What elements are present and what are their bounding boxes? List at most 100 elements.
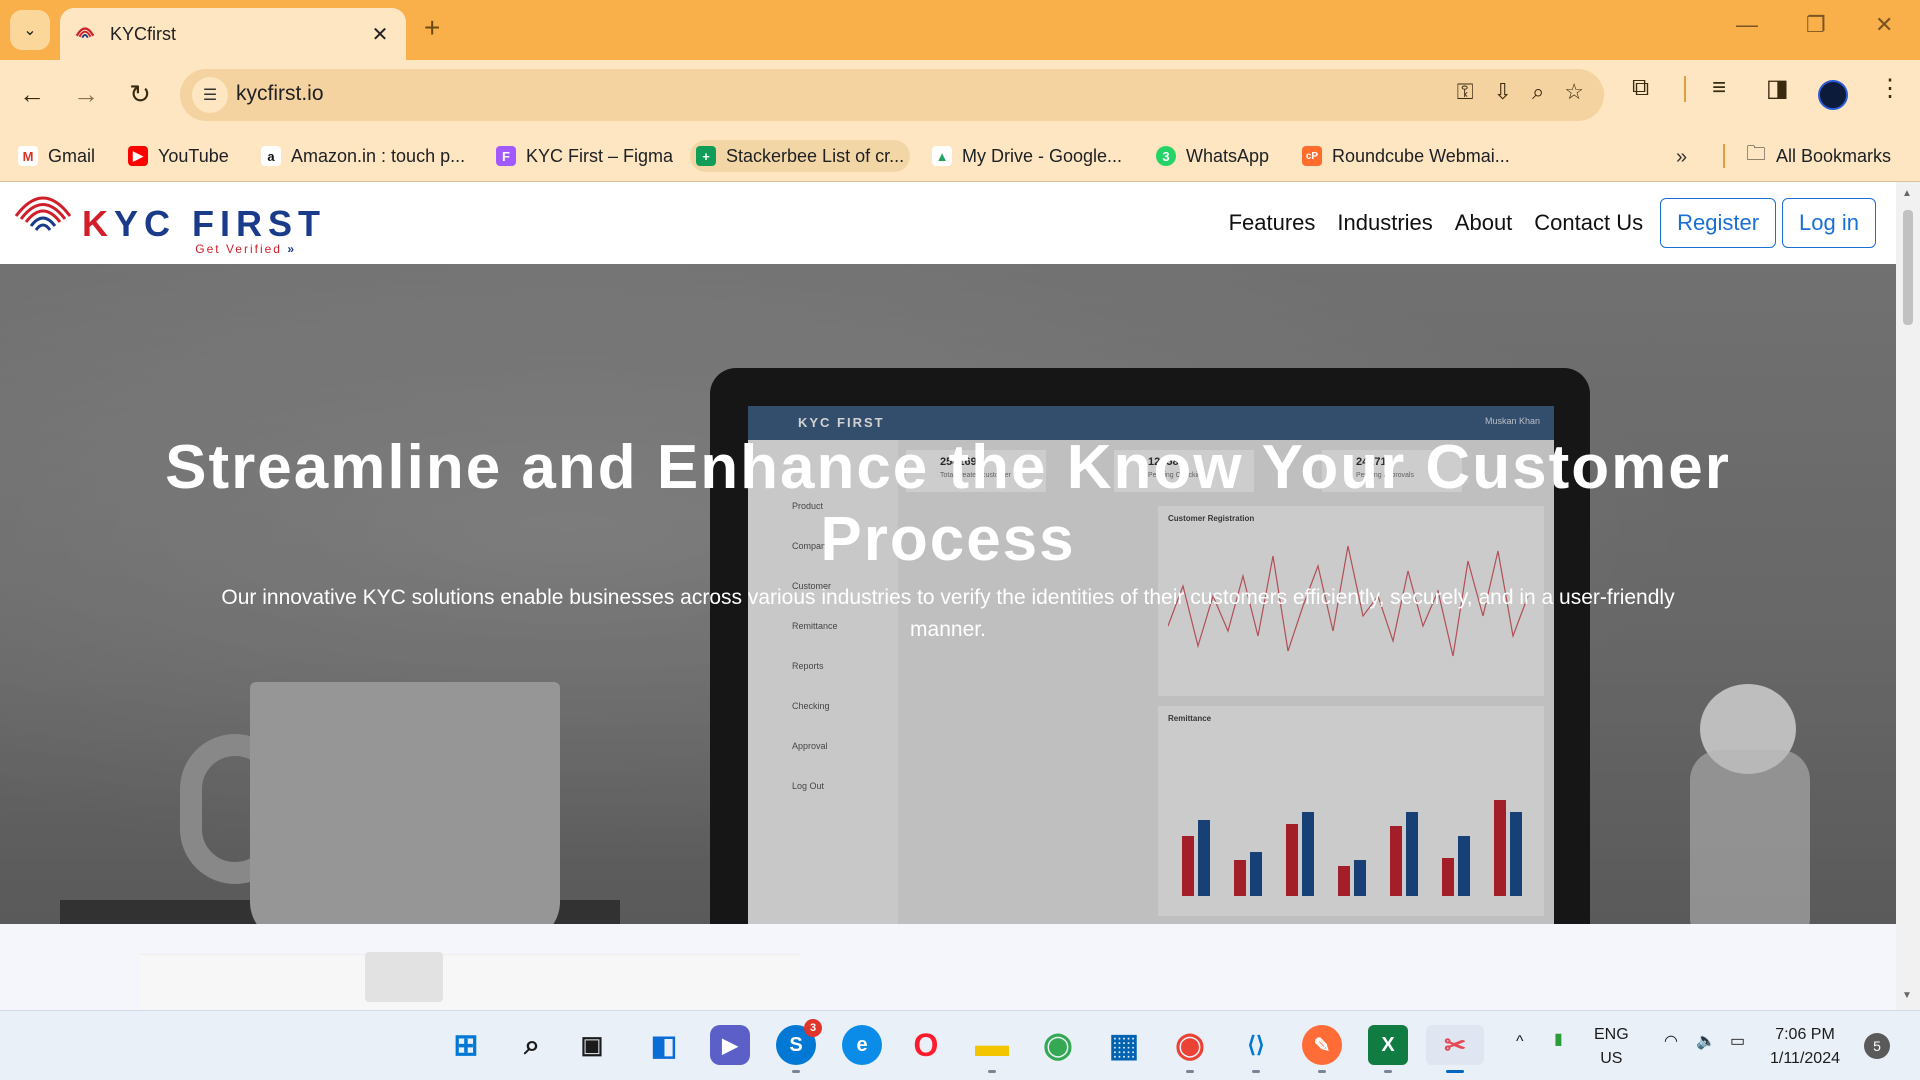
scrollbar-thumb[interactable] [1903,210,1913,325]
nav-features[interactable]: Features [1229,210,1316,236]
nav-about[interactable]: About [1455,210,1513,236]
gmail-icon: M [18,146,38,166]
bookmark-label: WhatsApp [1186,145,1270,166]
nav-industries[interactable]: Industries [1337,210,1432,236]
logo-rest: YC FIRST [114,203,327,244]
opera-app[interactable]: O [906,1025,946,1065]
forward-button[interactable]: → [68,76,104,112]
postman-app[interactable]: ✎ [1302,1025,1342,1073]
double-chevron-icon: » [287,242,297,256]
teams-app[interactable]: ▶ [710,1025,750,1065]
kycfirst-favicon-icon [75,27,95,39]
bookmark-stackerbee[interactable]: + Stackerbee List of cr... [690,140,911,172]
bookmark-amazon[interactable]: a Amazon.in : touch p... [255,140,471,172]
hero-subtitle: Our innovative KYC solutions enable busi… [221,586,1675,641]
next-section [0,924,1896,1010]
bookmark-drive[interactable]: ▲ My Drive - Google... [926,140,1128,172]
register-button[interactable]: Register [1660,198,1777,248]
new-tab-button[interactable]: + [424,12,440,44]
running-indicator [1252,1070,1260,1073]
password-key-icon[interactable]: ⚿ [1457,79,1474,105]
bookmarks-divider [1723,144,1725,168]
chrome-app[interactable]: ◉ [1038,1025,1078,1065]
excel-app[interactable]: X [1368,1025,1408,1073]
back-button[interactable]: ← [14,76,50,112]
vscode-app[interactable]: ⟨⟩ [1236,1025,1276,1073]
youtube-icon: ▶ [128,146,148,166]
bookmark-youtube[interactable]: ▶ YouTube [122,140,235,172]
kycfirst-logo[interactable]: KYC FIRST Get Verified » [12,186,326,256]
security-icon[interactable]: ▮ [1554,1029,1563,1049]
logo-k: K [82,203,114,244]
chrome-menu-icon[interactable]: ⋮ [1878,74,1902,103]
logo-text: KYC FIRST Get Verified » [82,203,327,257]
edge-app[interactable]: e [842,1025,882,1065]
reload-button[interactable]: ↻ [122,76,158,112]
bookmarks-bar: M Gmail ▶ YouTube a Amazon.in : touch p.… [0,130,1920,182]
widgets-button[interactable]: ◧ [644,1025,684,1065]
tray-overflow-icon[interactable]: ^ [1516,1033,1524,1051]
task-view-button[interactable]: ▣ [572,1025,612,1065]
maximize-button[interactable]: ❐ [1806,12,1826,38]
media-control-icon[interactable]: ≡ [1712,74,1726,102]
scroll-down-icon[interactable]: ▼ [1902,990,1912,1001]
language-indicator[interactable]: ENG US [1594,1023,1629,1071]
active-indicator [1446,1070,1464,1073]
vscode-glyph: ⟨⟩ [1247,1032,1265,1057]
tab-title: KYCfirst [110,23,177,44]
bookmark-figma[interactable]: F KYC First – Figma [490,140,679,172]
bookmark-gmail[interactable]: M Gmail [12,140,101,172]
folder-image [365,952,443,1002]
tab-search-button[interactable]: ⌄ [10,10,50,50]
browser-tab-strip: ⌄ KYCfirst ✕ + — ❐ ✕ [0,0,1920,60]
bookmark-label: Amazon.in : touch p... [291,145,466,166]
bookmark-whatsapp[interactable]: 3 WhatsApp [1150,140,1275,172]
bookmark-roundcube[interactable]: cP Roundcube Webmai... [1296,140,1516,172]
notification-badge[interactable]: 5 [1864,1033,1890,1059]
minimize-button[interactable]: — [1736,12,1758,38]
file-explorer-app[interactable]: ▬ [972,1025,1012,1073]
fingerprint-logo-icon [14,196,72,231]
more-bookmarks-button[interactable]: » [1676,146,1687,169]
skype-app[interactable]: S 3 [776,1019,822,1073]
running-indicator [792,1070,800,1073]
login-button[interactable]: Log in [1782,198,1876,248]
all-bookmarks-label: All Bookmarks [1776,145,1892,166]
snipping-glyph: ✂ [1444,1029,1466,1060]
snipping-tool-app[interactable]: ✂ [1426,1025,1484,1073]
excel-glyph: X [1381,1033,1395,1056]
system-clock[interactable]: 7:06 PM 1/11/2024 [1770,1023,1840,1071]
volume-icon[interactable]: 🔈 [1696,1031,1716,1051]
section-card [140,954,800,1010]
side-panel-icon[interactable]: ◨ [1766,74,1789,103]
battery-icon[interactable]: ▭ [1730,1031,1745,1051]
search-button[interactable]: ⌕ [512,1025,552,1065]
skype-badge: 3 [804,1019,822,1037]
browser-tab-active[interactable]: KYCfirst ✕ [60,8,406,60]
cpanel-icon: cP [1302,146,1322,166]
nav-contact[interactable]: Contact Us [1534,210,1643,236]
zoom-icon[interactable]: ⌕ [1532,79,1544,105]
address-bar[interactable]: ☰ kycfirst.io ⚿ ⇩ ⌕ ☆ [180,69,1604,121]
bookmark-star-icon[interactable]: ☆ [1564,79,1584,105]
folder-icon: 🗀 [1746,143,1766,165]
site-info-icon[interactable]: ☰ [192,77,228,113]
url-text[interactable]: kycfirst.io [236,82,324,106]
all-bookmarks-button[interactable]: 🗀 All Bookmarks [1746,140,1891,172]
extensions-icon[interactable]: ⧉ [1632,74,1649,102]
page-scrollbar[interactable]: ▲ ▼ [1896,182,1920,1010]
drive-icon: ▲ [932,146,952,166]
chrome-profile-app[interactable]: ◉ [1170,1025,1210,1073]
close-window-button[interactable]: ✕ [1875,12,1893,38]
explorer-glyph: ▬ [975,1025,1009,1064]
tab-close-icon[interactable]: ✕ [368,22,392,47]
lang-region: US [1600,1050,1623,1067]
scroll-up-icon[interactable]: ▲ [1902,188,1912,199]
start-button[interactable]: ⊞ [446,1025,486,1065]
wifi-icon[interactable]: ◠ [1664,1031,1678,1051]
store-app[interactable]: ▦ [1104,1025,1144,1065]
profile-avatar[interactable] [1818,80,1848,110]
install-app-icon[interactable]: ⇩ [1494,79,1512,105]
chrome-glyph: ◉ [1175,1026,1205,1064]
logo-tagline: Get Verified » [82,242,296,256]
